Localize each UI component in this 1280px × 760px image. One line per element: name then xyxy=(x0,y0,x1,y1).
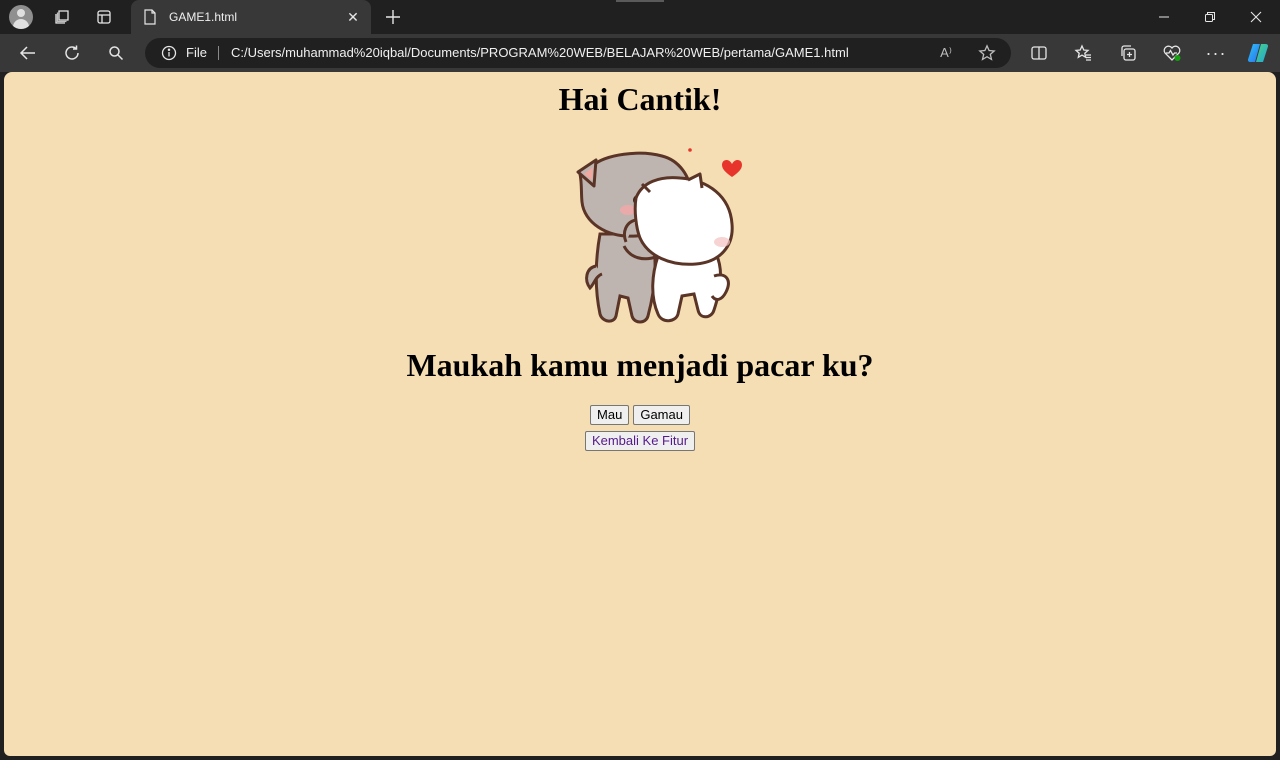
yes-button[interactable]: Mau xyxy=(590,405,630,425)
tab-title: GAME1.html xyxy=(169,10,238,24)
question-heading: Maukah kamu menjadi pacar ku? xyxy=(406,347,874,383)
close-window-icon[interactable] xyxy=(1233,0,1279,34)
navigation-bar: File C:/Users/muhammad%20iqbal/Documents… xyxy=(0,34,1280,72)
back-to-features-button[interactable]: Kembali Ke Fitur xyxy=(584,431,696,451)
collections-icon[interactable] xyxy=(1113,38,1143,68)
search-icon[interactable] xyxy=(101,38,131,68)
tab-actions-icon[interactable] xyxy=(91,4,117,30)
copilot-icon[interactable] xyxy=(1243,38,1273,68)
workspaces-icon[interactable] xyxy=(49,4,75,30)
profile-icon xyxy=(9,5,33,29)
new-tab-icon[interactable] xyxy=(380,4,406,30)
site-info-icon[interactable] xyxy=(161,45,177,61)
scheme-label: File xyxy=(186,45,207,60)
split-screen-icon[interactable] xyxy=(1024,38,1054,68)
profile-avatar[interactable] xyxy=(8,4,34,30)
more-options-icon[interactable]: ··· xyxy=(1201,38,1231,68)
page-title: Hai Cantik! xyxy=(558,81,722,117)
answer-buttons: Mau Gamau xyxy=(4,405,1276,425)
back-icon[interactable] xyxy=(13,38,43,68)
address-bar[interactable]: File C:/Users/muhammad%20iqbal/Documents… xyxy=(145,38,1011,68)
refresh-icon[interactable] xyxy=(57,38,87,68)
page-content: Hai Cantik! Maukah kamu menjadi pacar ku… xyxy=(4,72,1276,756)
active-tab[interactable]: GAME1.html ✕ xyxy=(131,0,371,34)
address-divider xyxy=(218,46,219,60)
favorites-icon[interactable] xyxy=(1068,38,1098,68)
minimize-icon[interactable] xyxy=(1141,0,1187,34)
tab-bar: GAME1.html ✕ xyxy=(0,0,1280,34)
restore-icon[interactable] xyxy=(1187,0,1233,34)
browser-essentials-icon[interactable] xyxy=(1157,38,1187,68)
document-icon xyxy=(144,9,156,25)
read-aloud-icon[interactable]: A⁾ xyxy=(935,42,957,64)
add-favorite-star-icon[interactable] xyxy=(976,42,998,64)
window-drag-handle[interactable] xyxy=(616,0,664,2)
no-button[interactable]: Gamau xyxy=(633,405,690,425)
url-text[interactable]: C:/Users/muhammad%20iqbal/Documents/PROG… xyxy=(231,45,849,60)
hugging-cats-image xyxy=(566,146,746,326)
close-tab-icon[interactable]: ✕ xyxy=(341,5,365,29)
back-row: Kembali Ke Fitur xyxy=(4,431,1276,451)
